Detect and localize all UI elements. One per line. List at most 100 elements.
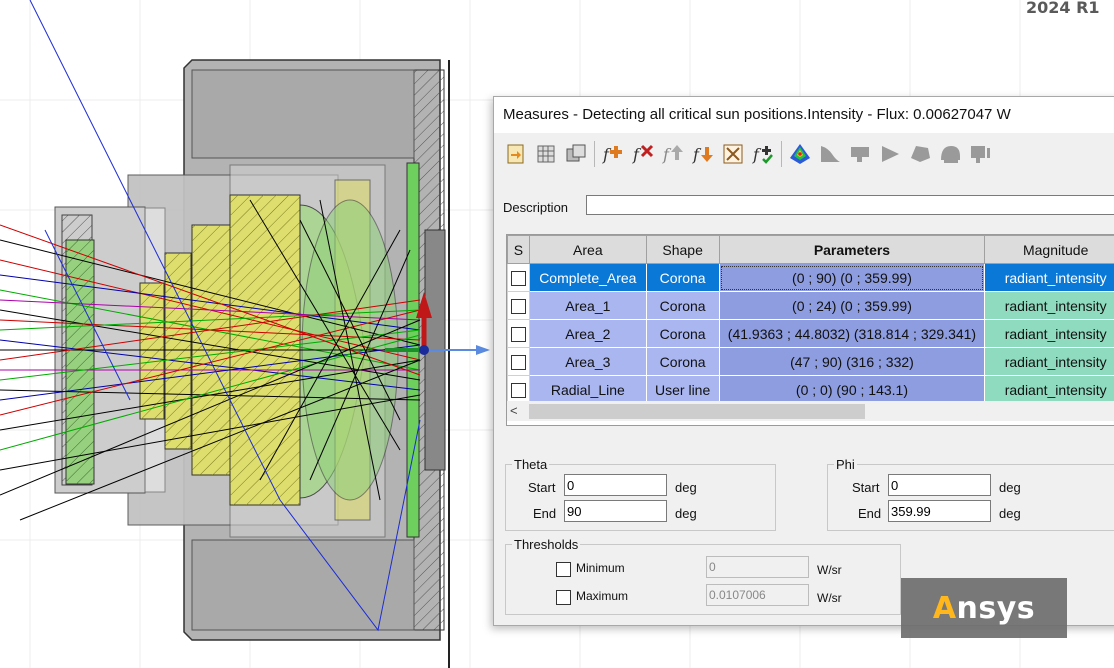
table-header-row: S Area Shape Parameters Magnitude [507, 235, 1114, 264]
magnitude-cell[interactable]: radiant_intensity [984, 263, 1114, 292]
checkbox-icon[interactable] [510, 382, 526, 398]
parameters-cell[interactable]: (0 ; 90) (0 ; 359.99) [718, 263, 986, 292]
area-cell[interactable]: Radial_Line [528, 375, 647, 404]
maximum-label: Maximum [576, 589, 629, 603]
shape-icon-6[interactable] [966, 140, 993, 168]
grid-icon[interactable] [532, 140, 559, 168]
minimum-unit: W/sr [817, 563, 842, 577]
theta-start-unit: deg [675, 480, 697, 495]
shape-cell[interactable]: Corona [645, 347, 720, 376]
area-cell[interactable]: Complete_Area [528, 263, 647, 292]
ansys-logo: Ansys [901, 578, 1067, 638]
maximum-input[interactable] [706, 584, 809, 606]
minimum-checkbox[interactable] [556, 562, 571, 577]
shape-icon-3[interactable] [876, 140, 903, 168]
checkbox-icon[interactable] [510, 298, 526, 314]
svg-text:f: f [692, 145, 702, 164]
phi-start-unit: deg [999, 480, 1021, 495]
validate-icon[interactable]: f [749, 140, 776, 168]
measures-dialog: Measures - Detecting all critical sun po… [493, 96, 1114, 626]
theta-end-input[interactable] [564, 500, 667, 522]
column-header-magnitude[interactable]: Magnitude [984, 235, 1114, 264]
copy-icon[interactable] [562, 140, 589, 168]
measures-table: S Area Shape Parameters Magnitude Comple… [506, 234, 1114, 426]
description-input[interactable] [586, 195, 1114, 215]
svg-text:f: f [662, 145, 672, 164]
import-icon[interactable] [502, 140, 529, 168]
table-row[interactable]: Area_3 Corona (47 ; 90) (316 ; 332) radi… [507, 347, 1114, 376]
add-measure-icon[interactable]: f [599, 140, 626, 168]
logo-accent: A [932, 590, 957, 626]
svg-text:f: f [602, 145, 612, 164]
svg-text:f: f [752, 145, 762, 164]
area-cell[interactable]: Area_3 [528, 347, 647, 376]
table-row[interactable]: Area_2 Corona (41.9363 ; 44.8032) (318.8… [507, 319, 1114, 348]
theta-end-label: End [533, 506, 557, 521]
table-row[interactable]: Complete_Area Corona (0 ; 90) (0 ; 359.9… [507, 263, 1114, 292]
shape-cell[interactable]: Corona [645, 319, 720, 348]
toolbar-separator [594, 141, 595, 167]
move-down-icon[interactable]: f [689, 140, 716, 168]
shape-icon-4[interactable] [906, 140, 933, 168]
phi-end-unit: deg [999, 506, 1021, 521]
checkbox-icon[interactable] [510, 326, 526, 342]
dialog-titlebar[interactable]: Measures - Detecting all critical sun po… [494, 97, 1114, 133]
shape-icon-2[interactable] [846, 140, 873, 168]
shape-cell[interactable]: User line [645, 375, 720, 404]
theta-start-label: Start [528, 480, 556, 495]
scroll-left-icon[interactable]: < [510, 403, 518, 418]
logo-text: nsys [956, 590, 1036, 626]
svg-text:f: f [632, 145, 642, 164]
parameters-cell[interactable]: (0 ; 24) (0 ; 359.99) [718, 291, 986, 320]
shape-cell[interactable]: Corona [645, 263, 720, 292]
column-header-shape[interactable]: Shape [645, 235, 720, 264]
row-select-checkbox[interactable] [507, 375, 530, 404]
magnitude-cell[interactable]: radiant_intensity [984, 291, 1114, 320]
table-horizontal-scrollbar[interactable]: < [507, 401, 1114, 421]
table-row[interactable]: Radial_Line User line (0 ; 0) (90 ; 143.… [507, 375, 1114, 404]
dialog-title: Measures - Detecting all critical sun po… [503, 106, 1011, 123]
column-header-area[interactable]: Area [528, 235, 647, 264]
theta-start-input[interactable] [564, 474, 667, 496]
phi-end-label: End [858, 506, 882, 521]
area-cell[interactable]: Area_1 [528, 291, 647, 320]
magnitude-cell[interactable]: radiant_intensity [984, 347, 1114, 376]
maximum-checkbox[interactable] [556, 590, 571, 605]
scrollbar-thumb[interactable] [529, 404, 865, 419]
minimum-label: Minimum [576, 561, 625, 575]
phi-end-input[interactable] [888, 500, 991, 522]
row-select-checkbox[interactable] [507, 291, 530, 320]
column-header-parameters[interactable]: Parameters [718, 235, 986, 264]
color-map-icon[interactable] [786, 140, 813, 168]
parameters-cell[interactable]: (0 ; 0) (90 ; 143.1) [718, 375, 986, 404]
row-select-checkbox[interactable] [507, 347, 530, 376]
phi-legend: Phi [836, 457, 855, 472]
row-select-checkbox[interactable] [507, 319, 530, 348]
parameters-cell[interactable]: (47 ; 90) (316 ; 332) [718, 347, 986, 376]
magnitude-cell[interactable]: radiant_intensity [984, 375, 1114, 404]
toolbar-separator [781, 141, 782, 167]
magnitude-cell[interactable]: radiant_intensity [984, 319, 1114, 348]
theta-legend: Theta [514, 457, 548, 472]
checkbox-icon[interactable] [510, 354, 526, 370]
row-select-checkbox[interactable] [507, 263, 530, 292]
clear-icon[interactable] [719, 140, 746, 168]
column-header-s[interactable]: S [507, 235, 530, 264]
phi-start-label: Start [852, 480, 880, 495]
area-cell[interactable]: Area_2 [528, 319, 647, 348]
delete-measure-icon[interactable]: f [629, 140, 656, 168]
version-label: 2024 R1 [1026, 0, 1100, 17]
minimum-input[interactable] [706, 556, 809, 578]
measures-toolbar: f f f f f [502, 137, 996, 171]
phi-start-input[interactable] [888, 474, 991, 496]
checkbox-icon[interactable] [510, 270, 526, 286]
thresholds-legend: Thresholds [514, 537, 579, 552]
table-row[interactable]: Area_1 Corona (0 ; 24) (0 ; 359.99) radi… [507, 291, 1114, 320]
move-up-icon[interactable]: f [659, 140, 686, 168]
maximum-unit: W/sr [817, 591, 842, 605]
parameters-cell[interactable]: (41.9363 ; 44.8032) (318.814 ; 329.341) [718, 319, 986, 348]
shape-cell[interactable]: Corona [645, 291, 720, 320]
shape-icon-1[interactable] [816, 140, 843, 168]
shape-icon-5[interactable] [936, 140, 963, 168]
theta-end-unit: deg [675, 506, 697, 521]
